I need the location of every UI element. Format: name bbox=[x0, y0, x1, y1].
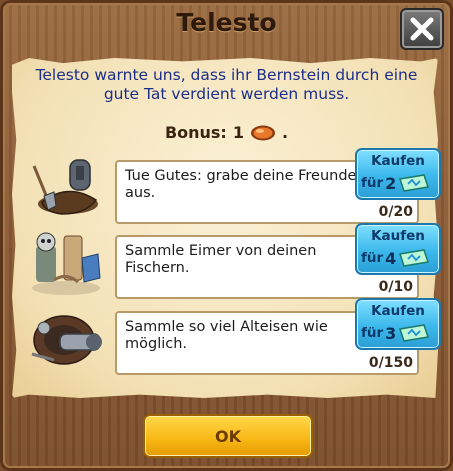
buy-for-label: für bbox=[361, 250, 384, 266]
buy-label: Kaufen bbox=[371, 228, 425, 244]
buy-button-1[interactable]: Kaufen für 2 bbox=[355, 148, 441, 200]
bonus-label: Bonus: bbox=[164, 123, 227, 142]
ticket-icon bbox=[399, 249, 430, 267]
ticket-icon bbox=[399, 174, 430, 192]
dialog-title: Telesto bbox=[176, 8, 277, 37]
buy-button-2[interactable]: Kaufen für 4 bbox=[355, 223, 441, 275]
buy-label: Kaufen bbox=[371, 303, 425, 319]
bonus-line: Bonus: 1 . bbox=[0, 123, 453, 142]
fisherman-bucket-icon bbox=[32, 232, 101, 295]
task-description: Sammle so viel Alteisen wie möglich. bbox=[125, 319, 328, 352]
ticket-icon bbox=[399, 324, 430, 342]
grave-shovel-icon bbox=[32, 159, 98, 215]
task-progress: 0/10 bbox=[378, 279, 413, 295]
buy-for-label: für bbox=[361, 325, 384, 341]
task-progress: 0/150 bbox=[368, 355, 413, 371]
intro-text: Telesto warnte uns, dass ihr Bernstein d… bbox=[35, 66, 418, 103]
task-progress: 0/20 bbox=[378, 204, 413, 220]
amber-icon bbox=[250, 125, 275, 140]
close-icon bbox=[410, 17, 434, 41]
bonus-value: 1 bbox=[232, 123, 244, 142]
buy-cost: 4 bbox=[385, 248, 397, 268]
buy-button-3[interactable]: Kaufen für 3 bbox=[355, 298, 441, 350]
task-description: Tue Gutes: grabe deine Freunde aus. bbox=[125, 168, 357, 201]
ok-label: OK bbox=[215, 426, 241, 446]
buy-label: Kaufen bbox=[371, 153, 425, 169]
scrap-metal-icon bbox=[31, 315, 102, 365]
bonus-suffix: . bbox=[281, 123, 289, 142]
buy-cost: 3 bbox=[385, 323, 397, 343]
close-button[interactable] bbox=[400, 8, 444, 50]
task-description: Sammle Eimer von deinen Fischern. bbox=[125, 243, 317, 276]
buy-for-label: für bbox=[361, 175, 384, 191]
buy-cost: 2 bbox=[385, 173, 397, 193]
ok-button[interactable]: OK bbox=[143, 414, 313, 458]
